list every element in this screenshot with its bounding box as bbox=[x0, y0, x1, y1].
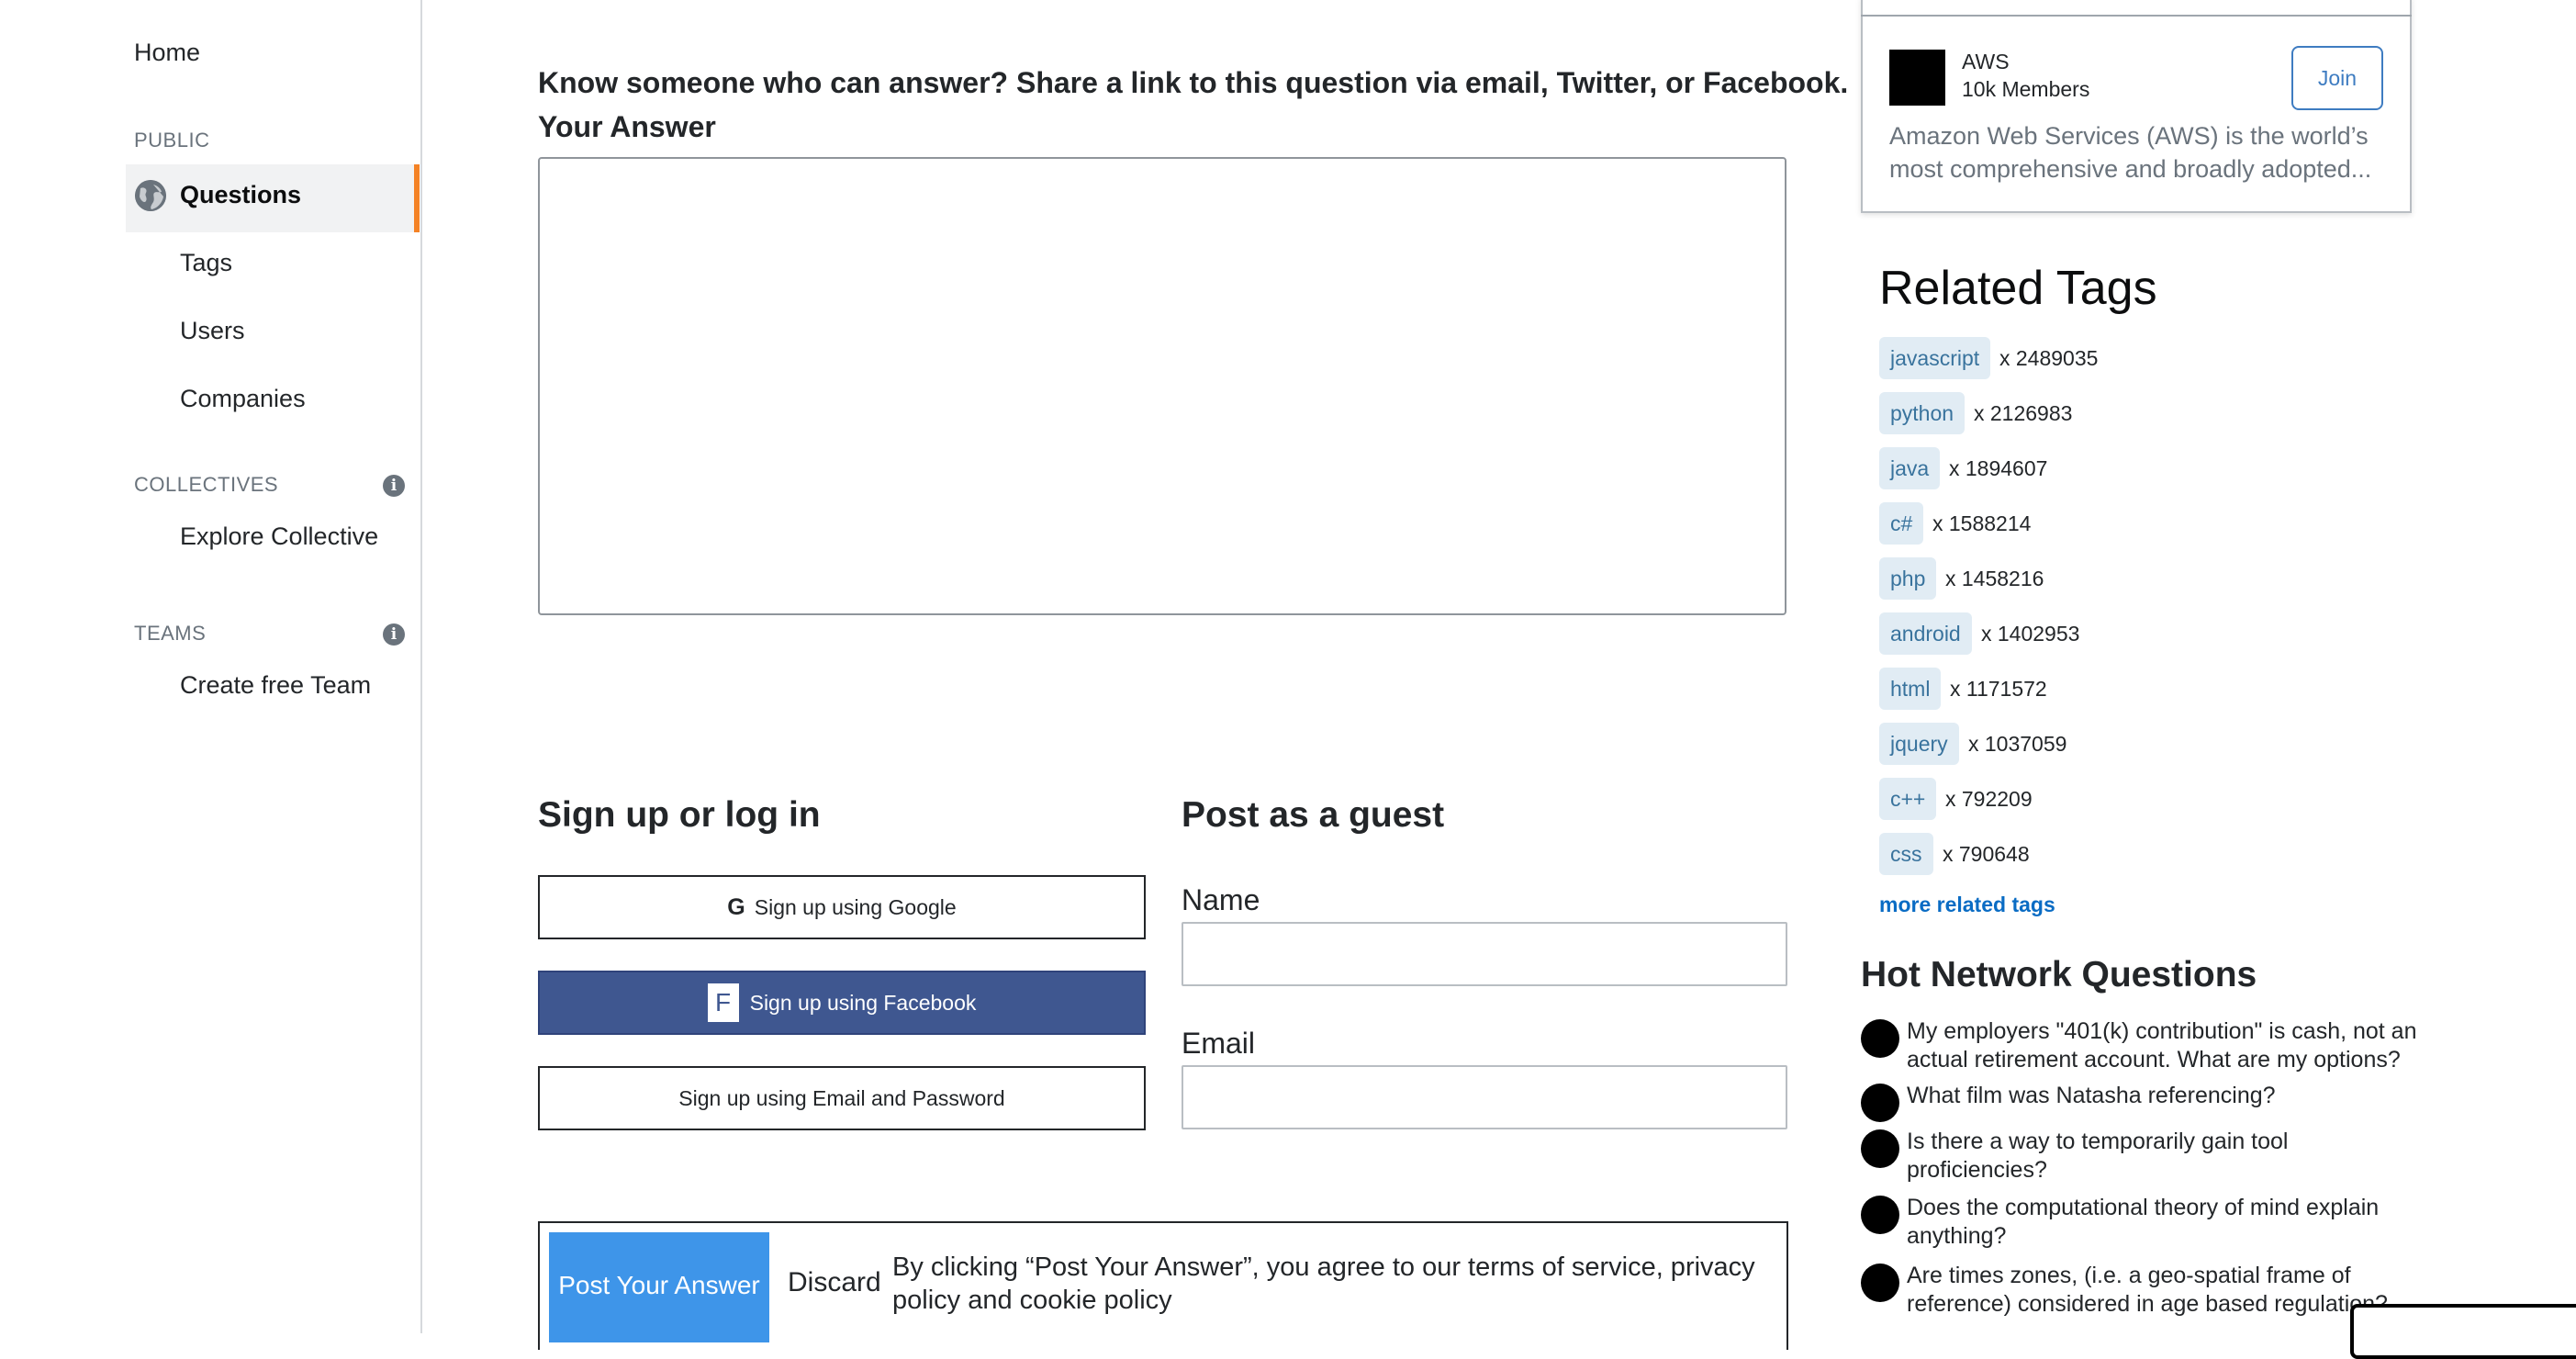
screenshot-thumbnail[interactable] bbox=[2350, 1304, 2576, 1359]
tag-9[interactable]: css bbox=[1879, 833, 1933, 875]
email-label: Email bbox=[1182, 1027, 1256, 1060]
tag-count-3: x 1588214 bbox=[1932, 511, 2032, 535]
terms-notice: By clicking “Post Your Answer”, you agre… bbox=[892, 1252, 1755, 1315]
nav-companies[interactable]: Companies bbox=[180, 385, 306, 413]
teams-section-label: TEAMS bbox=[134, 622, 207, 645]
nav-explore-collective[interactable]: Explore Collective bbox=[180, 522, 378, 551]
tag-2[interactable]: java bbox=[1879, 447, 1941, 489]
public-section-label: PUBLIC bbox=[134, 129, 210, 152]
collective-name[interactable]: AWS bbox=[1962, 50, 2010, 74]
aws-logo bbox=[1889, 50, 1945, 106]
hot-question-link[interactable]: What film was Natasha referencing? bbox=[1907, 1082, 2430, 1110]
nav-users[interactable]: Users bbox=[180, 317, 245, 345]
share-question-text: Know someone who can answer? Share a lin… bbox=[538, 66, 1849, 99]
hot-question-link[interactable]: Does the computational theory of mind ex… bbox=[1907, 1194, 2430, 1251]
facebook-icon: F bbox=[707, 983, 739, 1022]
post-answer-button[interactable]: Post Your Answer bbox=[549, 1232, 769, 1342]
tag-count-4: x 1458216 bbox=[1945, 567, 2044, 590]
nav-create-team[interactable]: Create free Team bbox=[180, 671, 371, 700]
tag-1[interactable]: python bbox=[1879, 392, 1966, 434]
related-tags-heading: Related Tags bbox=[1879, 262, 2157, 315]
tag-count-8: x 792209 bbox=[1945, 787, 2033, 811]
answer-editor[interactable] bbox=[538, 157, 1786, 615]
tag-count-7: x 1037059 bbox=[1968, 732, 2067, 756]
google-icon: G bbox=[727, 893, 745, 920]
signup-google-button[interactable]: G Sign up using Google bbox=[538, 875, 1146, 939]
tag-count-5: x 1402953 bbox=[1981, 622, 2080, 646]
collective-description: Amazon Web Services (AWS) is the world’s… bbox=[1889, 122, 2372, 183]
site-icon bbox=[1861, 1084, 1899, 1122]
teams-info-icon[interactable]: i bbox=[383, 623, 405, 646]
site-icon bbox=[1861, 1196, 1899, 1234]
tag-6[interactable]: html bbox=[1879, 668, 1942, 710]
tag-count-1: x 2126983 bbox=[1974, 401, 2073, 425]
signup-email-button[interactable]: Sign up using Email and Password bbox=[538, 1066, 1146, 1130]
tag-4[interactable]: php bbox=[1879, 557, 1937, 600]
your-answer-heading: Your Answer bbox=[538, 110, 716, 143]
nav-tags[interactable]: Tags bbox=[180, 249, 232, 277]
collective-members: 10k Members bbox=[1962, 77, 2090, 101]
signup-google-label: Sign up using Google bbox=[754, 894, 957, 919]
tag-3[interactable]: c# bbox=[1879, 502, 1924, 545]
tag-count-9: x 790648 bbox=[1943, 842, 2030, 866]
hot-question-link[interactable]: My employers "401(k) contribution" is ca… bbox=[1907, 1017, 2430, 1074]
signup-facebook-button[interactable]: F Sign up using Facebook bbox=[538, 971, 1146, 1035]
hot-network-heading: Hot Network Questions bbox=[1861, 955, 2257, 994]
collectives-section-label: COLLECTIVES bbox=[134, 473, 279, 496]
signup-facebook-label: Sign up using Facebook bbox=[749, 990, 977, 1015]
left-sidebar: Home PUBLIC Questions Tags Users Compani… bbox=[0, 0, 422, 1333]
tag-8[interactable]: c++ bbox=[1879, 778, 1937, 820]
name-input[interactable] bbox=[1182, 922, 1787, 986]
globe-icon bbox=[135, 180, 166, 211]
tag-count-6: x 1171572 bbox=[1950, 677, 2047, 701]
more-related-tags-link[interactable]: more related tags bbox=[1879, 893, 2055, 917]
signup-heading: Sign up or log in bbox=[538, 795, 821, 835]
name-label: Name bbox=[1182, 883, 1260, 916]
site-icon bbox=[1861, 1019, 1899, 1058]
discard-button[interactable]: Discard bbox=[788, 1267, 881, 1298]
hot-question-link[interactable]: Is there a way to temporarily gain tool … bbox=[1907, 1128, 2430, 1185]
card-divider bbox=[1861, 15, 2412, 17]
tag-5[interactable]: android bbox=[1879, 612, 1972, 655]
nav-questions[interactable]: Questions bbox=[180, 181, 301, 209]
email-input[interactable] bbox=[1182, 1065, 1787, 1129]
site-icon bbox=[1861, 1129, 1899, 1168]
join-button[interactable]: Join bbox=[2291, 46, 2383, 110]
tag-7[interactable]: jquery bbox=[1879, 723, 1959, 765]
site-icon bbox=[1861, 1264, 1899, 1302]
signup-email-label: Sign up using Email and Password bbox=[678, 1085, 1005, 1110]
guest-heading: Post as a guest bbox=[1182, 795, 1445, 835]
collectives-info-icon[interactable]: i bbox=[383, 475, 405, 497]
tag-0[interactable]: javascript bbox=[1879, 337, 1991, 379]
tag-count-2: x 1894607 bbox=[1949, 456, 2048, 480]
tag-count-0: x 2489035 bbox=[1999, 346, 2099, 370]
nav-home[interactable]: Home bbox=[134, 39, 200, 67]
